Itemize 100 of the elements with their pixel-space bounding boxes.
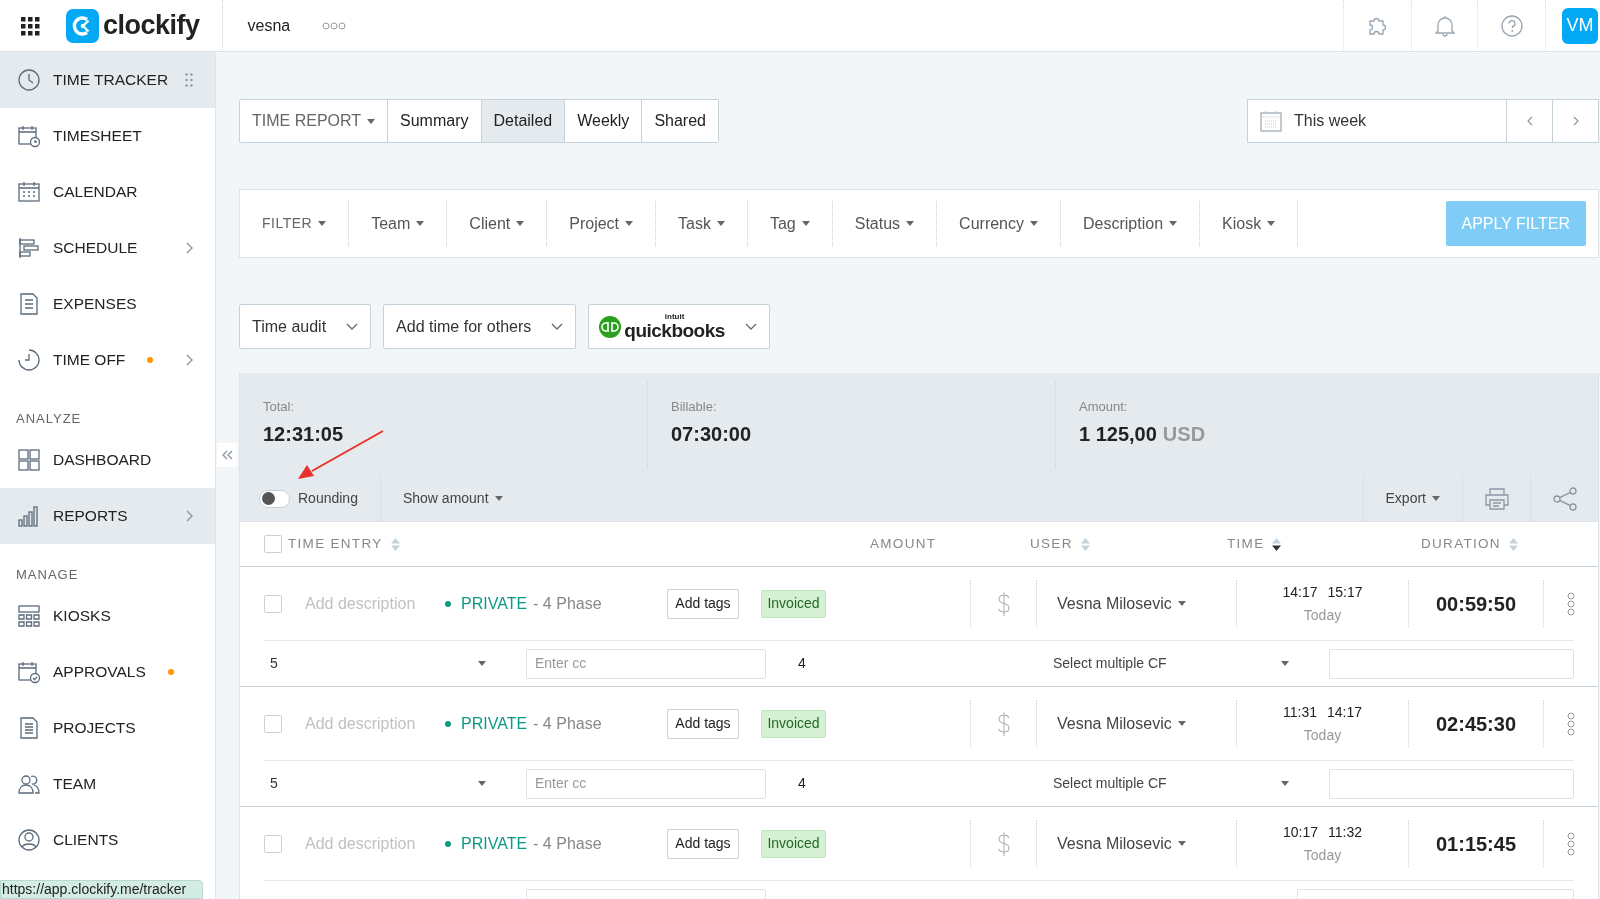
add-tags-button[interactable]: Add tags [667,588,739,619]
caret-icon [367,118,376,124]
start-time[interactable]: 11:31 [1282,701,1317,723]
rounding-toggle[interactable] [259,489,290,508]
task-name: - 4 Phase [533,833,602,854]
kebab-menu-icon[interactable] [1567,831,1575,856]
checkbox[interactable] [264,834,282,853]
stat-label: Billable: [671,398,718,416]
field-value[interactable]: 4 [798,653,1053,674]
start-time[interactable]: 14:17 [1282,581,1318,603]
client-icon [17,828,41,852]
collapse-button[interactable] [217,443,237,467]
checkbox[interactable] [264,535,282,553]
previous-button[interactable] [1507,99,1553,143]
show-amount-dropdown[interactable]: Show amount [402,488,503,509]
column-header[interactable]: USER [1030,533,1090,555]
add-tags-button[interactable]: Add tags [667,828,739,859]
sort-icon [1508,537,1518,551]
caret-icon [1030,221,1038,226]
share-icon[interactable] [1552,486,1577,511]
drag-handle-icon[interactable] [185,73,193,87]
filter-dropdown[interactable]: Client [447,201,548,246]
stat-value: 1 125,00 [1079,421,1157,447]
duration[interactable]: 00:59:50 [1435,588,1517,619]
sidebar-label: REPORTS [53,506,128,527]
start-time[interactable]: 10:17 [1282,821,1318,843]
caret-icon [716,221,725,226]
input-field[interactable] [1329,648,1574,679]
action-dropdown[interactable]: Add time for others [383,304,577,349]
user-dropdown[interactable]: Vesna Milosevic [1057,711,1186,736]
sidebar-label: CLIENTS [53,830,119,851]
bar-chart-icon [17,504,41,528]
filter-dropdown[interactable]: Project [547,201,657,246]
kebab-menu-icon[interactable] [1567,711,1575,736]
sidebar-item[interactable]: REPORTS [0,488,215,544]
dollar-icon[interactable] [996,591,1011,616]
user-dropdown[interactable]: Vesna Milosevic [1057,831,1186,856]
column-header[interactable]: TIME [1227,533,1282,555]
sidebar-label: TIMESHEET [53,126,142,147]
next-button[interactable] [1553,99,1599,143]
apps-grid-icon[interactable] [20,15,40,36]
bell-icon[interactable] [1434,14,1455,37]
filter-dropdown[interactable]: Currency [937,201,1061,246]
dollar-icon[interactable] [996,831,1011,856]
dashboard-icon [17,448,41,472]
end-time[interactable]: 15:17 [1327,581,1363,603]
sidebar-item[interactable]: TIME TRACKER [0,52,215,108]
sidebar-label: PROJECTS [53,718,136,739]
workspace-name[interactable]: vesna [247,13,291,38]
user-dropdown[interactable]: Vesna Milosevic [1057,591,1186,616]
checkbox[interactable] [264,714,282,733]
more-icon[interactable] [322,21,347,30]
invoiced-badge: Invoiced [761,829,826,858]
print-icon[interactable] [1484,487,1509,510]
input-field[interactable] [1329,768,1574,799]
chevron-left-icon [1526,116,1533,126]
kebab-menu-icon[interactable] [1567,591,1575,616]
filter-dropdown[interactable]: Task [656,201,748,246]
filter-dropdown[interactable]: Kiosk [1200,201,1299,246]
sidebar-label: TIME OFF [53,350,126,371]
number-dropdown[interactable]: 5 [264,773,494,794]
filter-dropdown[interactable]: FILTER [240,201,350,246]
duration[interactable]: 02:45:30 [1435,708,1517,739]
checkbox[interactable] [264,594,282,613]
duration[interactable]: 01:15:45 [1435,828,1517,859]
project-name[interactable]: PRIVATE [461,831,528,856]
column-header[interactable]: TIME ENTRY [288,533,400,555]
filter-dropdown[interactable]: Tag [747,201,833,246]
toggle-label: Rounding [298,489,358,508]
multi-select-dropdown[interactable]: Select multiple CF [1053,773,1299,794]
filter-dropdown[interactable]: Status [832,201,938,246]
caret-icon [1177,601,1186,606]
date-range-picker[interactable]: This week [1247,99,1507,143]
quickbooks-dropdown[interactable]: intuit quickbooks [588,304,770,349]
document-icon [17,292,41,316]
caret-icon [516,221,525,226]
project-name[interactable]: PRIVATE [461,711,528,736]
filter-dropdown[interactable]: Description [1061,201,1201,246]
sidebar-label: APPROVALS [53,662,146,683]
action-dropdown[interactable]: Time audit [239,304,372,349]
number-dropdown[interactable]: 5 [264,653,494,674]
column-header[interactable]: DURATION [1421,533,1518,555]
export-dropdown[interactable]: Export [1385,488,1440,509]
multi-select-dropdown[interactable]: Select multiple CF [1053,653,1299,674]
dollar-icon[interactable] [996,711,1011,736]
sidebar-label: KIOSKS [53,606,111,627]
document-icon [17,716,41,740]
project-name[interactable]: PRIVATE [461,591,528,616]
add-tags-button[interactable]: Add tags [667,708,739,739]
help-icon[interactable] [1500,14,1523,37]
chevron-down-icon [551,323,564,330]
caret-icon [1267,221,1276,226]
end-time[interactable]: 14:17 [1326,701,1362,723]
caret-icon [494,496,503,501]
quickbooks-logo-icon [599,315,622,338]
filter-dropdown[interactable]: Team [349,201,448,246]
report-tab[interactable]: Detailed [481,100,566,142]
end-time[interactable]: 11:32 [1328,821,1362,843]
field-value[interactable]: 4 [798,773,1053,794]
clock-icon [17,68,41,92]
